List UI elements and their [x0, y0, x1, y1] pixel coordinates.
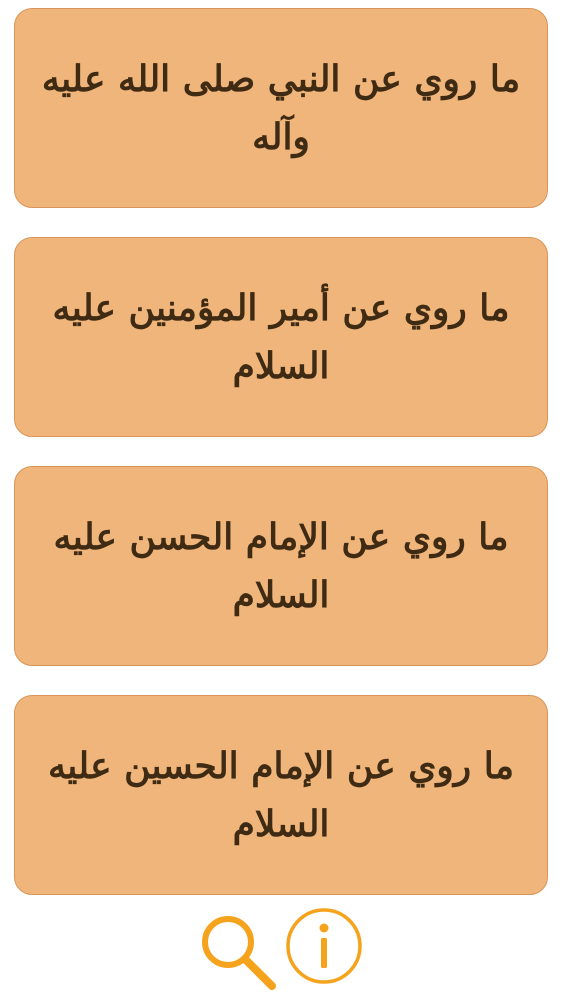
menu-item-label: ما روي عن أمير المؤمنين عليه السلام [52, 287, 510, 387]
menu-item-label: ما روي عن النبي صلى الله عليه وآله [41, 58, 521, 158]
menu-item-prophet[interactable]: ما روي عن النبي صلى الله عليه وآله [14, 8, 548, 208]
menu-item-label: ما روي عن الإمام الحسين عليه السلام [48, 745, 514, 845]
menu-item-imam-husayn[interactable]: ما روي عن الإمام الحسين عليه السلام [14, 695, 548, 895]
menu-item-amir-al-muminin[interactable]: ما روي عن أمير المؤمنين عليه السلام [14, 237, 548, 437]
info-button[interactable] [284, 906, 364, 986]
menu-item-label: ما روي عن الإمام الحسن عليه السلام [53, 516, 509, 616]
search-icon [202, 916, 276, 990]
info-icon [286, 908, 362, 984]
bottom-toolbar [0, 906, 563, 996]
menu-item-imam-hasan[interactable]: ما روي عن الإمام الحسن عليه السلام [14, 466, 548, 666]
search-button[interactable] [198, 910, 282, 994]
